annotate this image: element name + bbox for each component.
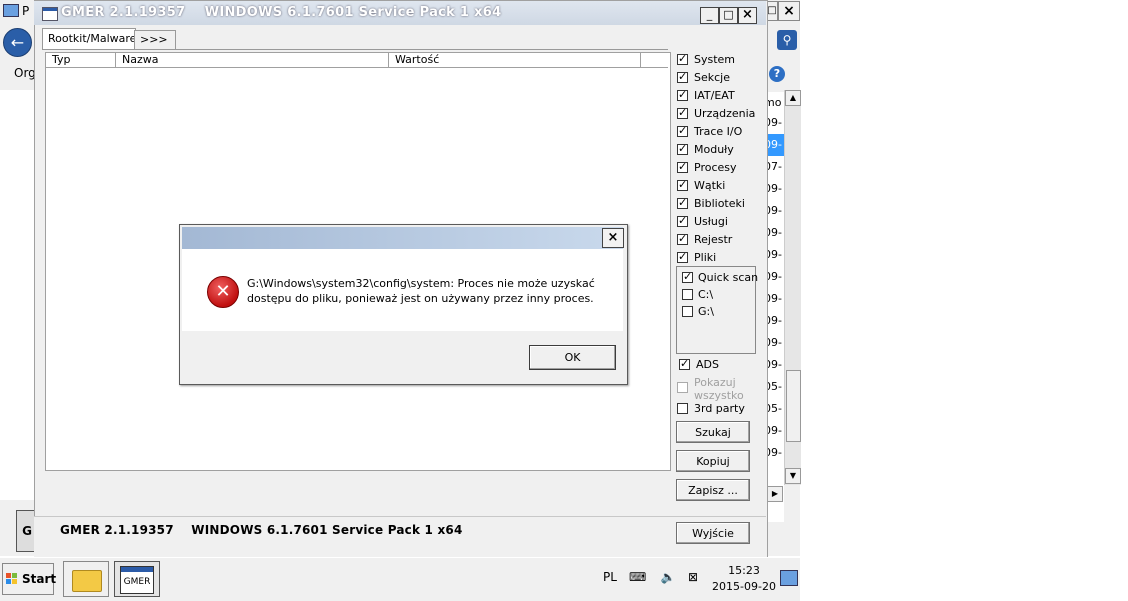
option-checkbox-rejestr[interactable]	[677, 232, 688, 245]
computer-icon	[3, 4, 19, 17]
minimize-button[interactable]: _	[700, 7, 719, 24]
third-party-label: 3rd party	[694, 402, 745, 415]
option-label: Moduły	[694, 143, 734, 156]
scroll-up-arrow-icon[interactable]: ▲	[785, 90, 801, 106]
start-label: Start	[22, 572, 57, 586]
show-desktop-icon[interactable]	[780, 570, 798, 586]
option-checkbox-us-ugi[interactable]	[677, 214, 688, 227]
system-clock[interactable]: 15:23 2015-09-20	[710, 563, 778, 595]
show-all-checkbox[interactable]	[677, 382, 688, 393]
status-text: GMER 2.1.19357 WINDOWS 6.1.7601 Service …	[60, 523, 463, 537]
scan-target-checkbox[interactable]	[682, 270, 693, 283]
tab-more[interactable]: >>>	[134, 30, 176, 50]
folder-icon	[72, 570, 102, 592]
scan-button[interactable]: Szukaj	[676, 421, 750, 443]
gmer-app-icon	[42, 7, 58, 21]
save-button[interactable]: Zapisz ...	[676, 479, 750, 501]
clock-date: 2015-09-20	[712, 580, 776, 593]
column-header-typ[interactable]: Typ	[46, 53, 116, 67]
show-all-label-line1: Pokazuj	[694, 376, 736, 389]
option-label: Procesy	[694, 161, 737, 174]
option-checkbox-system[interactable]	[677, 52, 688, 65]
column-header-nazwa[interactable]: Nazwa	[116, 53, 389, 67]
option-label: Trace I/O	[694, 125, 743, 138]
scan-target-label: G:\	[698, 305, 714, 318]
ads-checkbox[interactable]	[679, 357, 690, 370]
help-icon[interactable]: ?	[769, 66, 785, 82]
tab-rootkit-malware[interactable]: Rootkit/Malware	[42, 28, 136, 50]
background-window-title: P	[22, 4, 30, 18]
error-message: G:\Windows\system32\config\system: Proce…	[247, 276, 607, 306]
scroll-right-arrow-icon[interactable]: ▶	[767, 486, 783, 502]
close-button[interactable]: ×	[738, 7, 757, 24]
option-checkbox-pliki[interactable]	[677, 250, 688, 263]
error-message-line1: G:\Windows\system32\config\system: Proce…	[247, 277, 595, 290]
dialog-close-button[interactable]: ×	[602, 228, 624, 248]
option-label: Usługi	[694, 215, 728, 228]
background-close-button[interactable]: ×	[778, 1, 800, 21]
ads-label: ADS	[696, 358, 719, 371]
option-checkbox-sekcje[interactable]	[677, 70, 688, 83]
gmer-window-title: GMER 2.1.19357 WINDOWS 6.1.7601 Service …	[61, 5, 502, 20]
taskbar-explorer-button[interactable]	[63, 561, 109, 597]
gmer-taskbar-icon: GMER	[120, 566, 154, 594]
tab-divider	[42, 49, 668, 50]
scan-target-checkbox[interactable]	[682, 289, 693, 300]
scan-target-label: Quick scan	[698, 271, 759, 284]
keyboard-icon[interactable]: ⌨	[629, 570, 646, 584]
search-icon[interactable]: ⚲	[777, 30, 797, 50]
error-icon: ✕	[207, 276, 239, 308]
scroll-down-arrow-icon[interactable]: ▼	[785, 468, 801, 484]
back-arrow-icon[interactable]: ←	[3, 28, 32, 57]
scroll-thumb[interactable]	[786, 370, 801, 442]
network-disconnected-icon[interactable]: ⊠	[685, 570, 701, 584]
show-all-label-line2: wszystko	[694, 389, 744, 402]
language-indicator[interactable]: PL	[603, 570, 617, 584]
option-label: Wątki	[694, 179, 726, 192]
vertical-scrollbar[interactable]: ▲ ▼	[784, 90, 801, 485]
option-checkbox-iat-eat[interactable]	[677, 88, 688, 101]
windows-logo-icon	[6, 573, 18, 585]
maximize-button[interactable]: □	[719, 7, 738, 24]
scan-target-label: C:\	[698, 288, 714, 301]
column-header-wartosc[interactable]: Wartość	[389, 53, 641, 67]
option-checkbox-trace-i-o[interactable]	[677, 124, 688, 137]
exit-button[interactable]: Wyjście	[676, 522, 750, 544]
option-label: Sekcje	[694, 71, 730, 84]
option-checkbox-w-tki[interactable]	[677, 178, 688, 191]
taskbar-gmer-button[interactable]: GMER	[114, 561, 160, 597]
option-label: Pliki	[694, 251, 717, 264]
start-button[interactable]: Start	[2, 563, 57, 595]
option-checkbox-procesy[interactable]	[677, 160, 688, 173]
third-party-checkbox[interactable]	[677, 403, 688, 414]
speaker-muted-icon[interactable]: 🔈	[660, 570, 676, 584]
option-label: Biblioteki	[694, 197, 745, 210]
option-checkbox-modu-y[interactable]	[677, 142, 688, 155]
scan-target-checkbox[interactable]	[682, 306, 693, 317]
option-label: System	[694, 53, 736, 66]
copy-button[interactable]: Kopiuj	[676, 450, 750, 472]
option-label: Urządzenia	[694, 107, 756, 120]
clock-time: 15:23	[728, 564, 760, 577]
error-dialog-titlebar[interactable]	[182, 227, 623, 249]
organize-menu[interactable]: Org	[14, 66, 36, 80]
option-label: IAT/EAT	[694, 89, 735, 102]
option-label: Rejestr	[694, 233, 733, 246]
option-checkbox-biblioteki[interactable]	[677, 196, 688, 209]
ok-button[interactable]: OK	[529, 345, 616, 370]
error-message-line2: dostępu do pliku, ponieważ jest on używa…	[247, 292, 594, 305]
option-checkbox-urz-dzenia[interactable]	[677, 106, 688, 119]
